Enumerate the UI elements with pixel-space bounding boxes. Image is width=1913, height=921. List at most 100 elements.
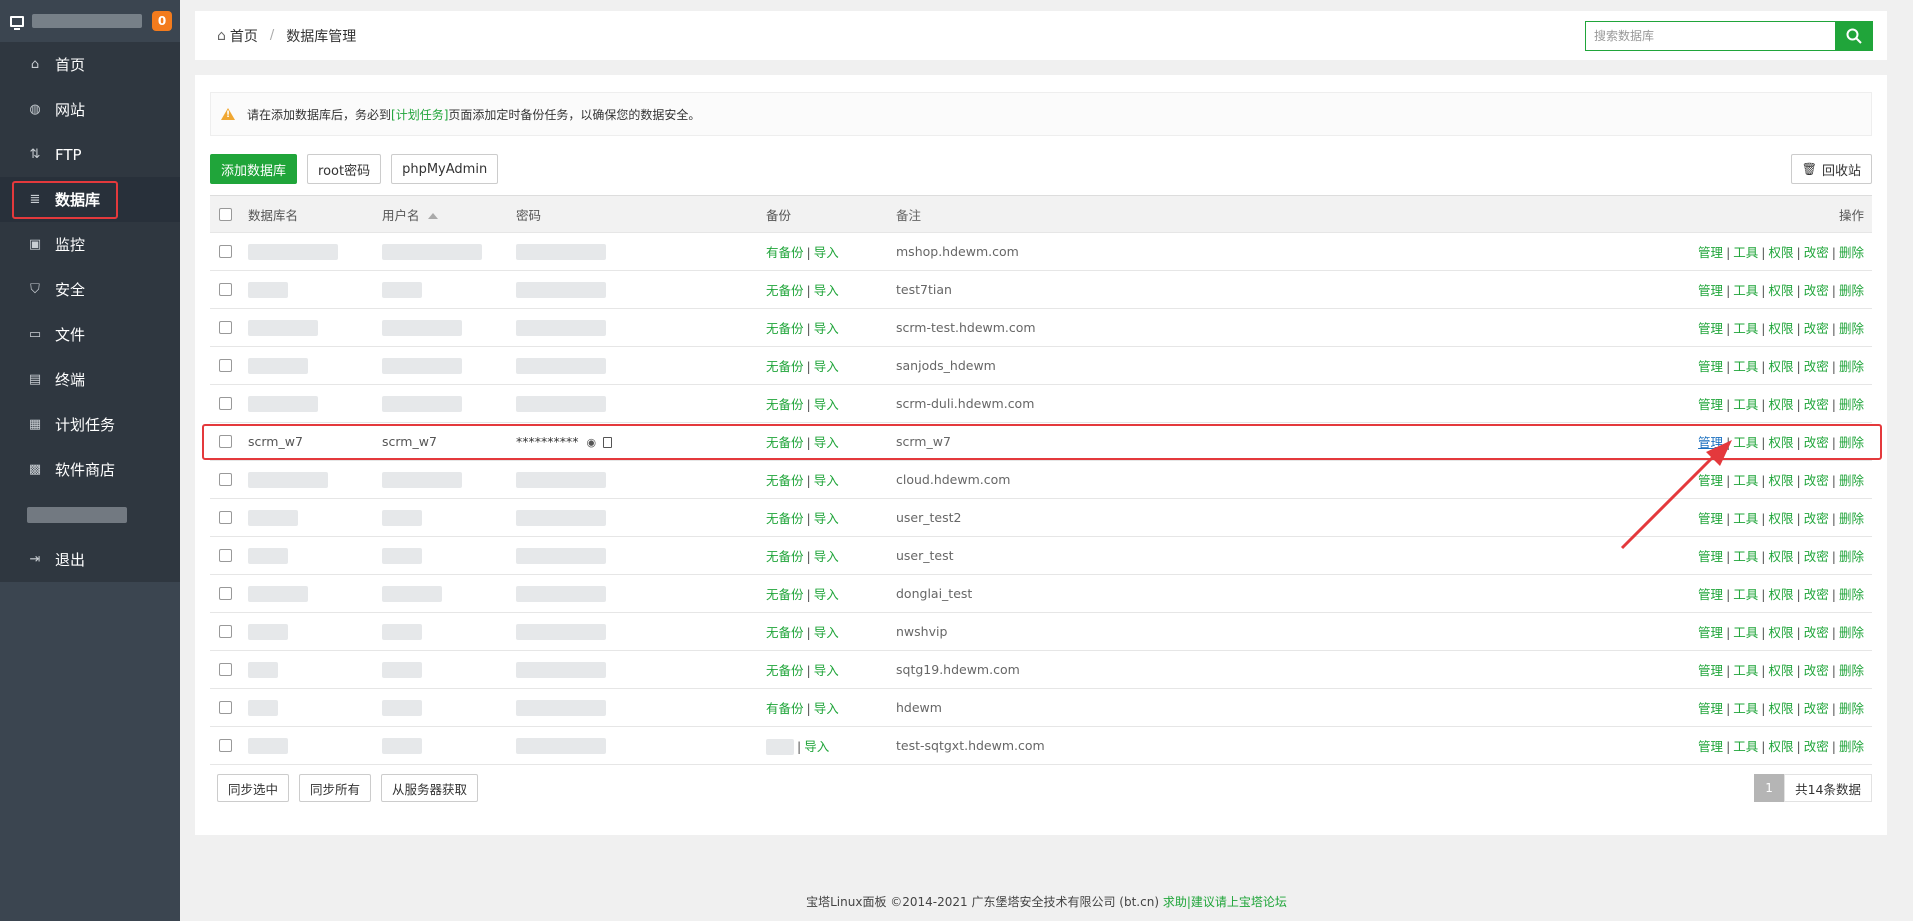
op-3-link[interactable]: 改密 [1804, 435, 1829, 450]
op-1-link[interactable]: 工具 [1733, 397, 1758, 412]
op-2-link[interactable]: 权限 [1769, 739, 1794, 754]
import-link[interactable]: 导入 [814, 663, 839, 678]
op-2-link[interactable]: 权限 [1769, 587, 1794, 602]
op-1-link[interactable]: 工具 [1733, 739, 1758, 754]
op-0-link[interactable]: 管理 [1698, 701, 1723, 716]
op-0-link[interactable]: 管理 [1698, 587, 1723, 602]
op-2-link[interactable]: 权限 [1769, 663, 1794, 678]
row-checkbox[interactable] [219, 359, 232, 372]
backup-status[interactable]: 无备份 [766, 511, 804, 526]
op-4-link[interactable]: 删除 [1839, 283, 1864, 298]
op-0-link[interactable]: 管理 [1698, 397, 1723, 412]
op-3-link[interactable]: 改密 [1804, 739, 1829, 754]
row-checkbox[interactable] [219, 511, 232, 524]
op-0-link[interactable]: 管理 [1698, 511, 1723, 526]
op-4-link[interactable]: 删除 [1839, 739, 1864, 754]
import-link[interactable]: 导入 [814, 511, 839, 526]
op-4-link[interactable]: 删除 [1839, 245, 1864, 260]
op-0-link[interactable]: 管理 [1698, 625, 1723, 640]
op-2-link[interactable]: 权限 [1769, 435, 1794, 450]
op-0-link[interactable]: 管理 [1698, 549, 1723, 564]
op-4-link[interactable]: 删除 [1839, 473, 1864, 488]
op-0-link[interactable]: 管理 [1698, 245, 1723, 260]
add-database-button[interactable]: 添加数据库 [210, 154, 298, 184]
row-checkbox[interactable] [219, 625, 232, 638]
op-4-link[interactable]: 删除 [1839, 397, 1864, 412]
op-4-link[interactable]: 删除 [1839, 435, 1864, 450]
op-3-link[interactable]: 改密 [1804, 397, 1829, 412]
breadcrumb-home[interactable]: 首页 [230, 26, 258, 46]
row-checkbox[interactable] [219, 739, 232, 752]
import-link[interactable]: 导入 [814, 321, 839, 336]
row-checkbox[interactable] [219, 473, 232, 486]
backup-status[interactable]: 无备份 [766, 587, 804, 602]
search-input[interactable] [1585, 21, 1835, 51]
search-button[interactable] [1835, 21, 1873, 51]
op-1-link[interactable]: 工具 [1733, 511, 1758, 526]
import-link[interactable]: 导入 [814, 283, 839, 298]
import-link[interactable]: 导入 [814, 625, 839, 640]
sidebar-item-3[interactable]: ≣ 数据库 [0, 177, 180, 222]
op-1-link[interactable]: 工具 [1733, 473, 1758, 488]
header-username[interactable]: 用户名 [382, 205, 516, 224]
op-3-link[interactable]: 改密 [1804, 473, 1829, 488]
import-link[interactable]: 导入 [814, 549, 839, 564]
sidebar-item-redacted[interactable] [0, 492, 180, 537]
op-2-link[interactable]: 权限 [1769, 397, 1794, 412]
op-0-link[interactable]: 管理 [1698, 663, 1723, 678]
backup-status[interactable]: 无备份 [766, 397, 804, 412]
op-3-link[interactable]: 改密 [1804, 283, 1829, 298]
op-2-link[interactable]: 权限 [1769, 701, 1794, 716]
op-3-link[interactable]: 改密 [1804, 511, 1829, 526]
eye-icon[interactable]: ◉ [587, 436, 597, 449]
import-link[interactable]: 导入 [814, 397, 839, 412]
op-0-link[interactable]: 管理 [1698, 359, 1723, 374]
op-1-link[interactable]: 工具 [1733, 321, 1758, 336]
backup-status[interactable]: 无备份 [766, 359, 804, 374]
op-3-link[interactable]: 改密 [1804, 663, 1829, 678]
sidebar-item-8[interactable]: ▦ 计划任务 [0, 402, 180, 447]
op-2-link[interactable]: 权限 [1769, 321, 1794, 336]
row-checkbox[interactable] [219, 663, 232, 676]
row-checkbox[interactable] [219, 587, 232, 600]
backup-status[interactable]: 有备份 [766, 701, 804, 716]
sidebar-item-7[interactable]: ▤ 终端 [0, 357, 180, 402]
op-1-link[interactable]: 工具 [1733, 587, 1758, 602]
op-1-link[interactable]: 工具 [1733, 549, 1758, 564]
backup-status[interactable]: 无备份 [766, 663, 804, 678]
row-checkbox[interactable] [219, 397, 232, 410]
op-2-link[interactable]: 权限 [1769, 283, 1794, 298]
backup-status[interactable]: 无备份 [766, 435, 804, 450]
op-4-link[interactable]: 删除 [1839, 625, 1864, 640]
sidebar-item-10[interactable]: ⇥ 退出 [0, 537, 180, 582]
row-checkbox[interactable] [219, 283, 232, 296]
import-link[interactable]: 导入 [814, 587, 839, 602]
row-checkbox[interactable] [219, 435, 232, 448]
op-3-link[interactable]: 改密 [1804, 587, 1829, 602]
op-2-link[interactable]: 权限 [1769, 359, 1794, 374]
op-3-link[interactable]: 改密 [1804, 625, 1829, 640]
op-0-link[interactable]: 管理 [1698, 435, 1723, 450]
sidebar-item-1[interactable]: ◍ 网站 [0, 87, 180, 132]
op-0-link[interactable]: 管理 [1698, 283, 1723, 298]
import-link[interactable]: 导入 [804, 739, 829, 754]
op-1-link[interactable]: 工具 [1733, 359, 1758, 374]
op-1-link[interactable]: 工具 [1733, 663, 1758, 678]
row-checkbox[interactable] [219, 701, 232, 714]
sidebar-item-2[interactable]: ⇅ FTP [0, 132, 180, 177]
sidebar-item-9[interactable]: ▩ 软件商店 [0, 447, 180, 492]
op-2-link[interactable]: 权限 [1769, 473, 1794, 488]
op-1-link[interactable]: 工具 [1733, 245, 1758, 260]
fetch-from-server-button[interactable]: 从服务器获取 [381, 774, 479, 802]
sync-all-button[interactable]: 同步所有 [299, 774, 372, 802]
import-link[interactable]: 导入 [814, 245, 839, 260]
import-link[interactable]: 导入 [814, 701, 839, 716]
import-link[interactable]: 导入 [814, 359, 839, 374]
op-0-link[interactable]: 管理 [1698, 739, 1723, 754]
footer-forum-link[interactable]: 求助|建议请上宝塔论坛 [1163, 895, 1287, 909]
sidebar-item-4[interactable]: ▣ 监控 [0, 222, 180, 267]
op-2-link[interactable]: 权限 [1769, 245, 1794, 260]
op-4-link[interactable]: 删除 [1839, 321, 1864, 336]
op-2-link[interactable]: 权限 [1769, 549, 1794, 564]
backup-status[interactable]: 无备份 [766, 625, 804, 640]
